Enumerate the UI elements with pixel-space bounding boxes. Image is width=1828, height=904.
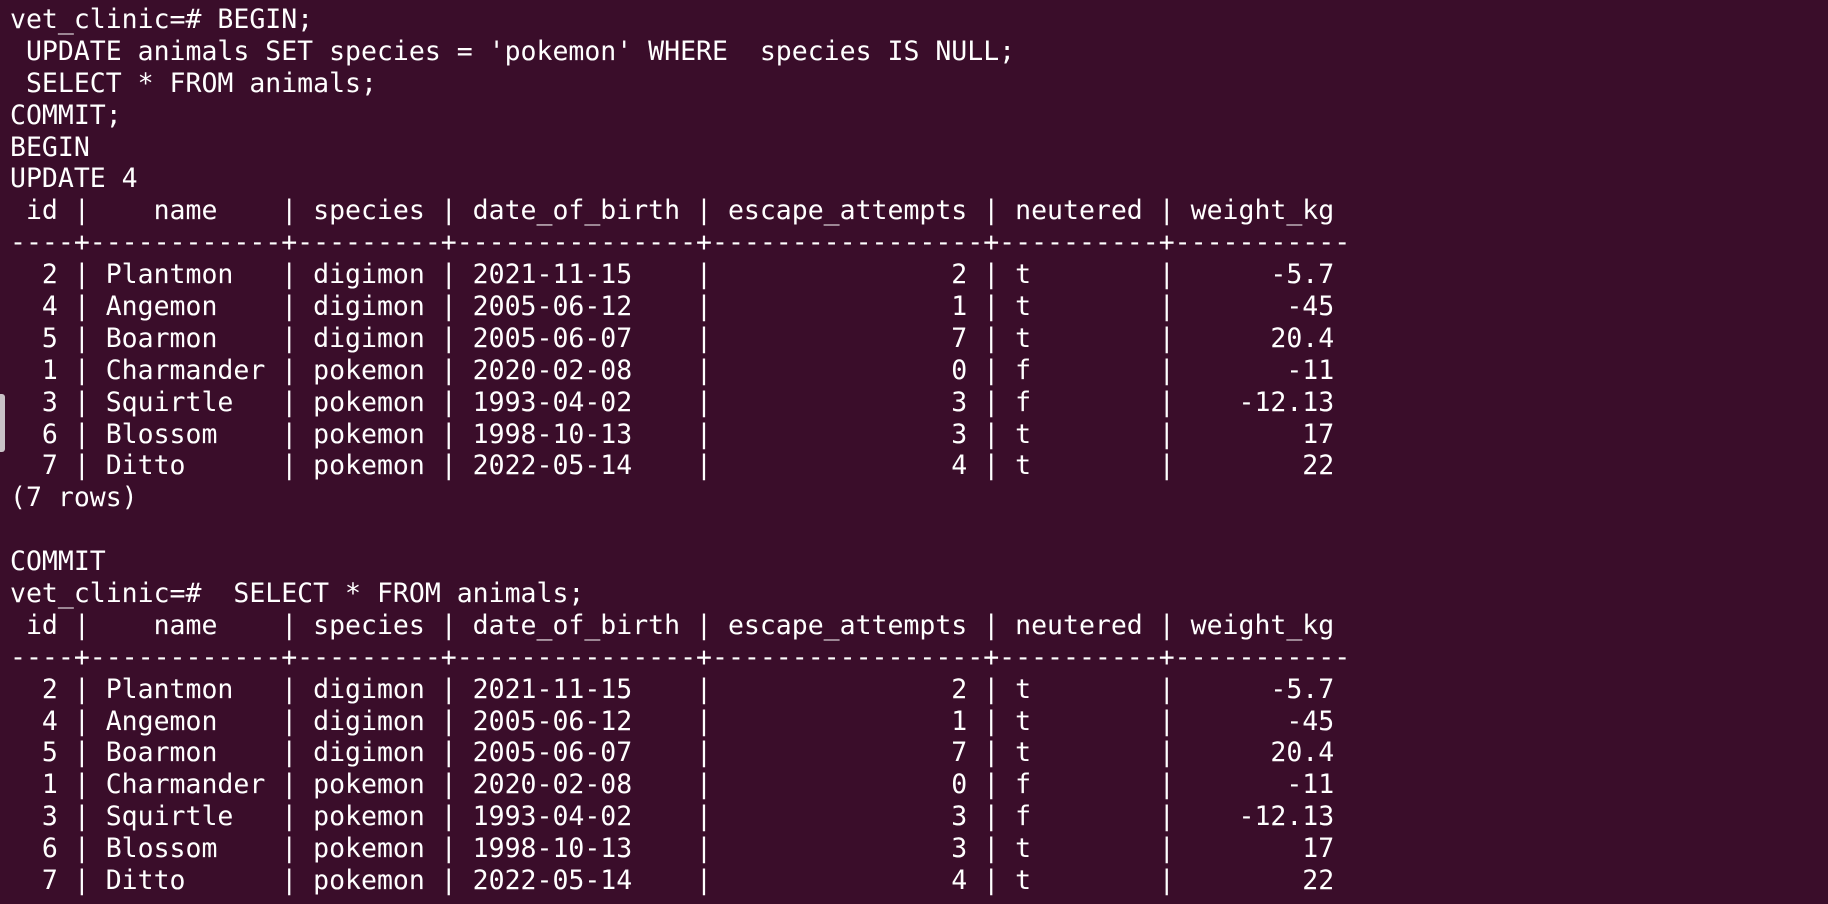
table-row: 1 | Charmander | pokemon | 2020-02-08 | … bbox=[10, 354, 1335, 386]
terminal-output[interactable]: vet_clinic=# BEGIN; UPDATE animals SET s… bbox=[10, 4, 1820, 900]
scrollbar-handle[interactable] bbox=[0, 394, 5, 452]
table-row: 6 | Blossom | pokemon | 1998-10-13 | 3 |… bbox=[10, 833, 1335, 865]
command-prompt: vet_clinic=# SELECT * FROM animals; bbox=[10, 578, 585, 610]
table-header: id | name | species | date_of_birth | es… bbox=[10, 195, 1335, 227]
table-row: 7 | Ditto | pokemon | 2022-05-14 | 4 | t… bbox=[10, 450, 1335, 482]
table-row: 2 | Plantmon | digimon | 2021-11-15 | 2 … bbox=[10, 259, 1335, 291]
terminal-line: UPDATE animals SET species = 'pokemon' W… bbox=[10, 35, 1016, 67]
table-row: 7 | Ditto | pokemon | 2022-05-14 | 4 | t… bbox=[10, 865, 1335, 897]
table-row: 1 | Charmander | pokemon | 2020-02-08 | … bbox=[10, 769, 1335, 801]
table-divider: ----+------------+---------+------------… bbox=[10, 227, 1351, 259]
terminal-line: vet_clinic=# BEGIN; bbox=[10, 4, 314, 35]
terminal-line: SELECT * FROM animals; bbox=[10, 67, 377, 99]
terminal-line: COMMIT; bbox=[10, 99, 122, 131]
table-row: 5 | Boarmon | digimon | 2005-06-07 | 7 |… bbox=[10, 322, 1335, 354]
table-row: 2 | Plantmon | digimon | 2021-11-15 | 2 … bbox=[10, 673, 1335, 705]
table-row: 6 | Blossom | pokemon | 1998-10-13 | 3 |… bbox=[10, 418, 1335, 450]
table-row: 4 | Angemon | digimon | 2005-06-12 | 1 |… bbox=[10, 705, 1335, 737]
table-divider: ----+------------+---------+------------… bbox=[10, 641, 1351, 673]
table-row: 3 | Squirtle | pokemon | 1993-04-02 | 3 … bbox=[10, 801, 1335, 833]
terminal-line: BEGIN bbox=[10, 131, 90, 163]
terminal-line: COMMIT bbox=[10, 546, 106, 578]
row-count: (7 rows) bbox=[10, 482, 138, 514]
table-row: 4 | Angemon | digimon | 2005-06-12 | 1 |… bbox=[10, 291, 1335, 323]
table-row: 3 | Squirtle | pokemon | 1993-04-02 | 3 … bbox=[10, 386, 1335, 418]
terminal-line: UPDATE 4 bbox=[10, 163, 138, 195]
table-row: 5 | Boarmon | digimon | 2005-06-07 | 7 |… bbox=[10, 737, 1335, 769]
table-header: id | name | species | date_of_birth | es… bbox=[10, 609, 1335, 641]
